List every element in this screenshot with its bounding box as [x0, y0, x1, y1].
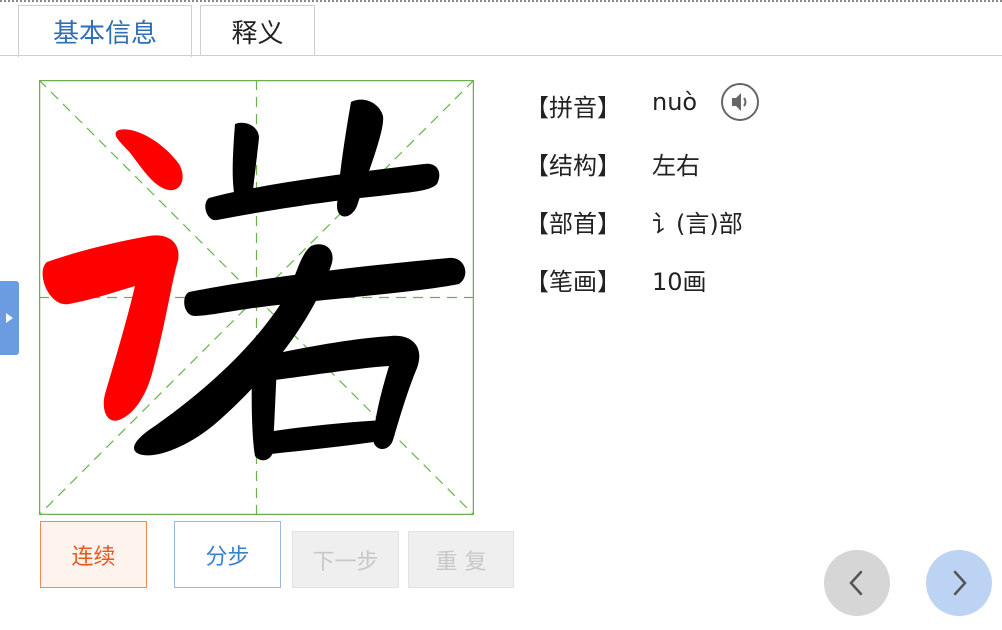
structure-row: 【结构】 左右 — [525, 146, 700, 181]
speaker-icon — [732, 93, 747, 111]
character-stroke-grid — [39, 80, 474, 515]
radical-label: 【部首】 — [525, 210, 621, 238]
repeat-button[interactable]: 重 复 — [408, 531, 514, 588]
chevron-right-icon — [953, 570, 967, 596]
sidebar-toggle-button[interactable] — [0, 281, 19, 355]
tab-basic-info[interactable]: 基本信息 — [18, 5, 192, 57]
radical-row: 【部首】 讠(言)部 — [525, 204, 743, 239]
tab-definition[interactable]: 释义 — [200, 5, 315, 56]
radical-value: 讠(言)部 — [652, 210, 743, 238]
speaker-button[interactable] — [721, 83, 759, 121]
top-dotted-border — [0, 0, 1002, 2]
strokes-value: 10画 — [652, 268, 707, 296]
pinyin-row: 【拼音】 nuò — [525, 88, 697, 123]
previous-character-button[interactable] — [824, 550, 890, 616]
strokes-label: 【笔画】 — [525, 268, 621, 296]
continuous-button[interactable]: 连续 — [40, 521, 147, 588]
next-character-button[interactable] — [926, 550, 992, 616]
chevron-left-icon — [849, 570, 863, 596]
triangle-right-icon — [6, 313, 13, 323]
pinyin-label: 【拼音】 — [525, 94, 621, 122]
step-button[interactable]: 分步 — [174, 521, 281, 588]
strokes-row: 【笔画】 10画 — [525, 262, 707, 297]
next-step-button[interactable]: 下一步 — [292, 531, 399, 588]
pinyin-value: nuò — [652, 88, 698, 116]
tab-bar-underline — [0, 55, 1002, 56]
structure-label: 【结构】 — [525, 152, 621, 180]
structure-value: 左右 — [652, 152, 700, 180]
